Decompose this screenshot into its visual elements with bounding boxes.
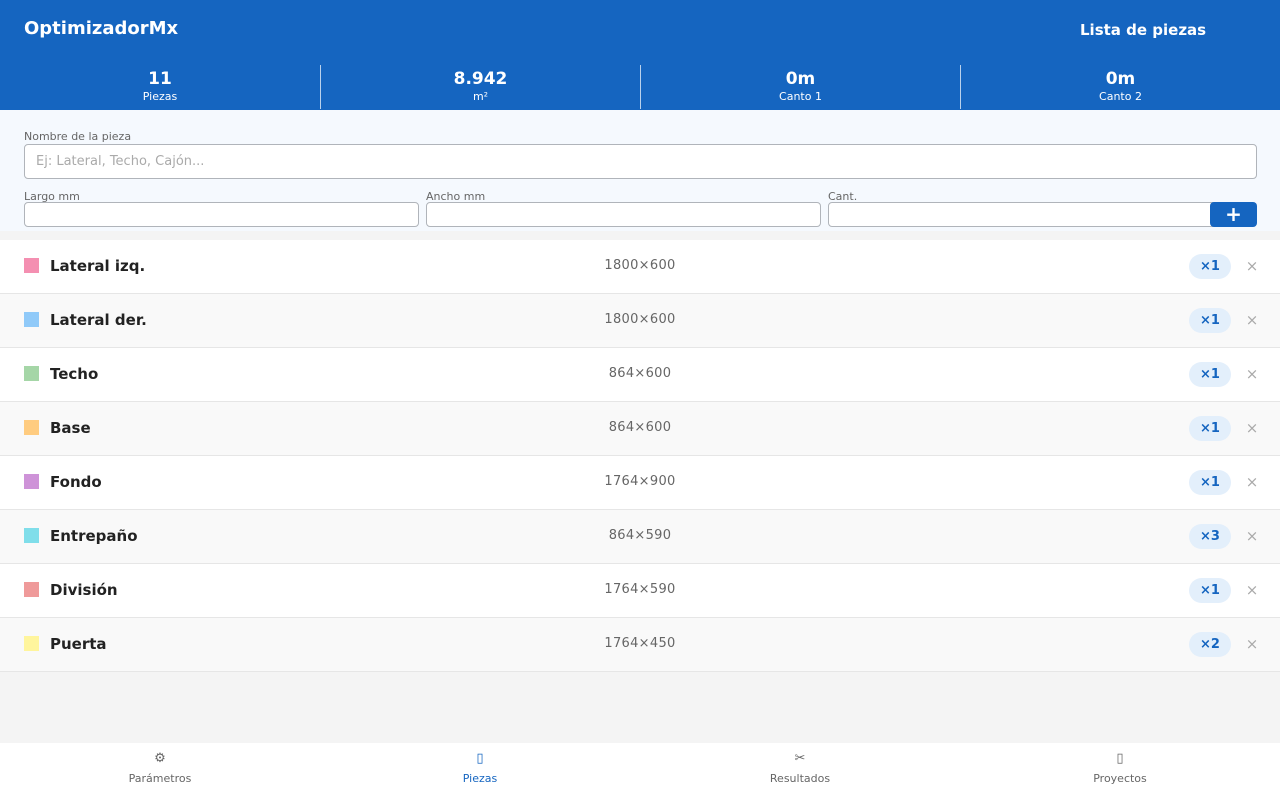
- piece-quantity-badge[interactable]: ×1: [1189, 308, 1231, 333]
- piece-name: Techo: [50, 365, 99, 383]
- piece-dimensions: 864×600: [608, 366, 672, 381]
- add-piece-button[interactable]: +: [1210, 202, 1257, 227]
- nav-item-parametros[interactable]: ⚙ Parámetros: [0, 743, 320, 800]
- piece-color-swatch: [24, 474, 39, 489]
- piece-quantity-badge[interactable]: ×1: [1189, 416, 1231, 441]
- piece-row[interactable]: Lateral der. 1800×600 ×1 ×: [0, 294, 1280, 348]
- piece-quantity-badge[interactable]: ×1: [1189, 254, 1231, 279]
- piece-row[interactable]: Entrepaño 864×590 ×3 ×: [0, 510, 1280, 564]
- delete-piece-icon[interactable]: ×: [1244, 456, 1260, 508]
- piece-dimensions: 1800×600: [604, 312, 676, 327]
- piece-color-swatch: [24, 312, 39, 327]
- app-title: OptimizadorMx: [24, 18, 179, 39]
- pieces-icon: ▯: [476, 751, 484, 766]
- piece-dimensions: 864×600: [608, 420, 672, 435]
- stats-bar: 11 Piezas 8.942 m² 0m Canto 1 0m Canto 2: [0, 65, 1280, 109]
- piece-name: Entrepaño: [50, 527, 138, 545]
- section-title: Lista de piezas: [1080, 21, 1207, 39]
- piece-color-swatch: [24, 420, 39, 435]
- piece-dimensions: 1764×590: [604, 582, 676, 597]
- projects-icon: ▯: [1116, 751, 1124, 766]
- piece-color-swatch: [24, 636, 39, 651]
- stat-value: 11: [148, 69, 172, 89]
- piece-name: Base: [50, 419, 91, 437]
- piece-color-swatch: [24, 258, 39, 273]
- nav-label: Parámetros: [128, 772, 192, 785]
- delete-piece-icon[interactable]: ×: [1244, 240, 1260, 292]
- piece-row[interactable]: Fondo 1764×900 ×1 ×: [0, 456, 1280, 510]
- piece-color-swatch: [24, 582, 39, 597]
- delete-piece-icon[interactable]: ×: [1244, 618, 1260, 670]
- piece-name: Lateral izq.: [50, 257, 146, 275]
- ancho-input[interactable]: [426, 202, 821, 227]
- gear-icon: ⚙: [154, 751, 166, 766]
- stat-label: Canto 2: [1099, 90, 1142, 103]
- piece-name: Fondo: [50, 473, 102, 491]
- nav-item-resultados[interactable]: ✂ Resultados: [640, 743, 960, 800]
- stat-canto-1: 0m Canto 1: [640, 65, 960, 109]
- piece-quantity-badge[interactable]: ×1: [1189, 470, 1231, 495]
- stat-area: 8.942 m²: [320, 65, 640, 109]
- largo-input[interactable]: [24, 202, 419, 227]
- stat-label: m²: [472, 90, 489, 103]
- delete-piece-icon[interactable]: ×: [1244, 348, 1260, 400]
- piece-color-swatch: [24, 528, 39, 543]
- app-header: OptimizadorMx Lista de piezas 11 Piezas …: [0, 0, 1280, 110]
- nav-label: Proyectos: [1093, 772, 1147, 785]
- piece-quantity-badge[interactable]: ×1: [1189, 362, 1231, 387]
- piece-quantity-badge[interactable]: ×1: [1189, 578, 1231, 603]
- piece-name-input[interactable]: [24, 144, 1257, 179]
- stat-value: 0m: [1105, 69, 1136, 89]
- bottom-navigation: ⚙ Parámetros ▯ Piezas ✂ Resultados ▯ Proyectos: [0, 743, 1280, 800]
- delete-piece-icon[interactable]: ×: [1244, 294, 1260, 346]
- piece-name: Puerta: [50, 635, 107, 653]
- piece-row[interactable]: Puerta 1764×450 ×2 ×: [0, 618, 1280, 672]
- piece-row[interactable]: División 1764×590 ×1 ×: [0, 564, 1280, 618]
- piece-dimensions: 1764×450: [604, 636, 676, 651]
- piece-name: Lateral der.: [50, 311, 147, 329]
- add-piece-form: Nombre de la pieza Largo mm Ancho mm Can…: [0, 110, 1280, 231]
- nav-label: Piezas: [462, 772, 498, 785]
- nav-item-proyectos[interactable]: ▯ Proyectos: [960, 743, 1280, 800]
- piece-list: Lateral izq. 1800×600 ×1 × Lateral der. 1800×…: [0, 240, 1280, 672]
- piece-row[interactable]: Techo 864×600 ×1 ×: [0, 348, 1280, 402]
- piece-dimensions: 1800×600: [604, 258, 676, 273]
- piece-dimensions: 1764×900: [604, 474, 676, 489]
- nav-item-piezas[interactable]: ▯ Piezas: [320, 743, 640, 800]
- piece-dimensions: 864×590: [608, 528, 672, 543]
- piece-color-swatch: [24, 366, 39, 381]
- stat-value: 8.942: [453, 69, 508, 89]
- cantidad-input[interactable]: [828, 202, 1223, 227]
- piece-name-label: Nombre de la pieza: [24, 130, 132, 143]
- scissors-icon: ✂: [794, 751, 806, 766]
- delete-piece-icon[interactable]: ×: [1244, 564, 1260, 616]
- stat-canto-2: 0m Canto 2: [960, 65, 1280, 109]
- piece-quantity-badge[interactable]: ×3: [1189, 524, 1231, 549]
- stat-piezas: 11 Piezas: [0, 65, 320, 109]
- piece-row[interactable]: Base 864×600 ×1 ×: [0, 402, 1280, 456]
- stat-label: Piezas: [142, 90, 178, 103]
- piece-quantity-badge[interactable]: ×2: [1189, 632, 1231, 657]
- piece-name: División: [50, 581, 118, 599]
- stat-label: Canto 1: [779, 90, 822, 103]
- nav-label: Resultados: [769, 772, 831, 785]
- stat-value: 0m: [785, 69, 816, 89]
- piece-row[interactable]: Lateral izq. 1800×600 ×1 ×: [0, 240, 1280, 294]
- delete-piece-icon[interactable]: ×: [1244, 402, 1260, 454]
- delete-piece-icon[interactable]: ×: [1244, 510, 1260, 562]
